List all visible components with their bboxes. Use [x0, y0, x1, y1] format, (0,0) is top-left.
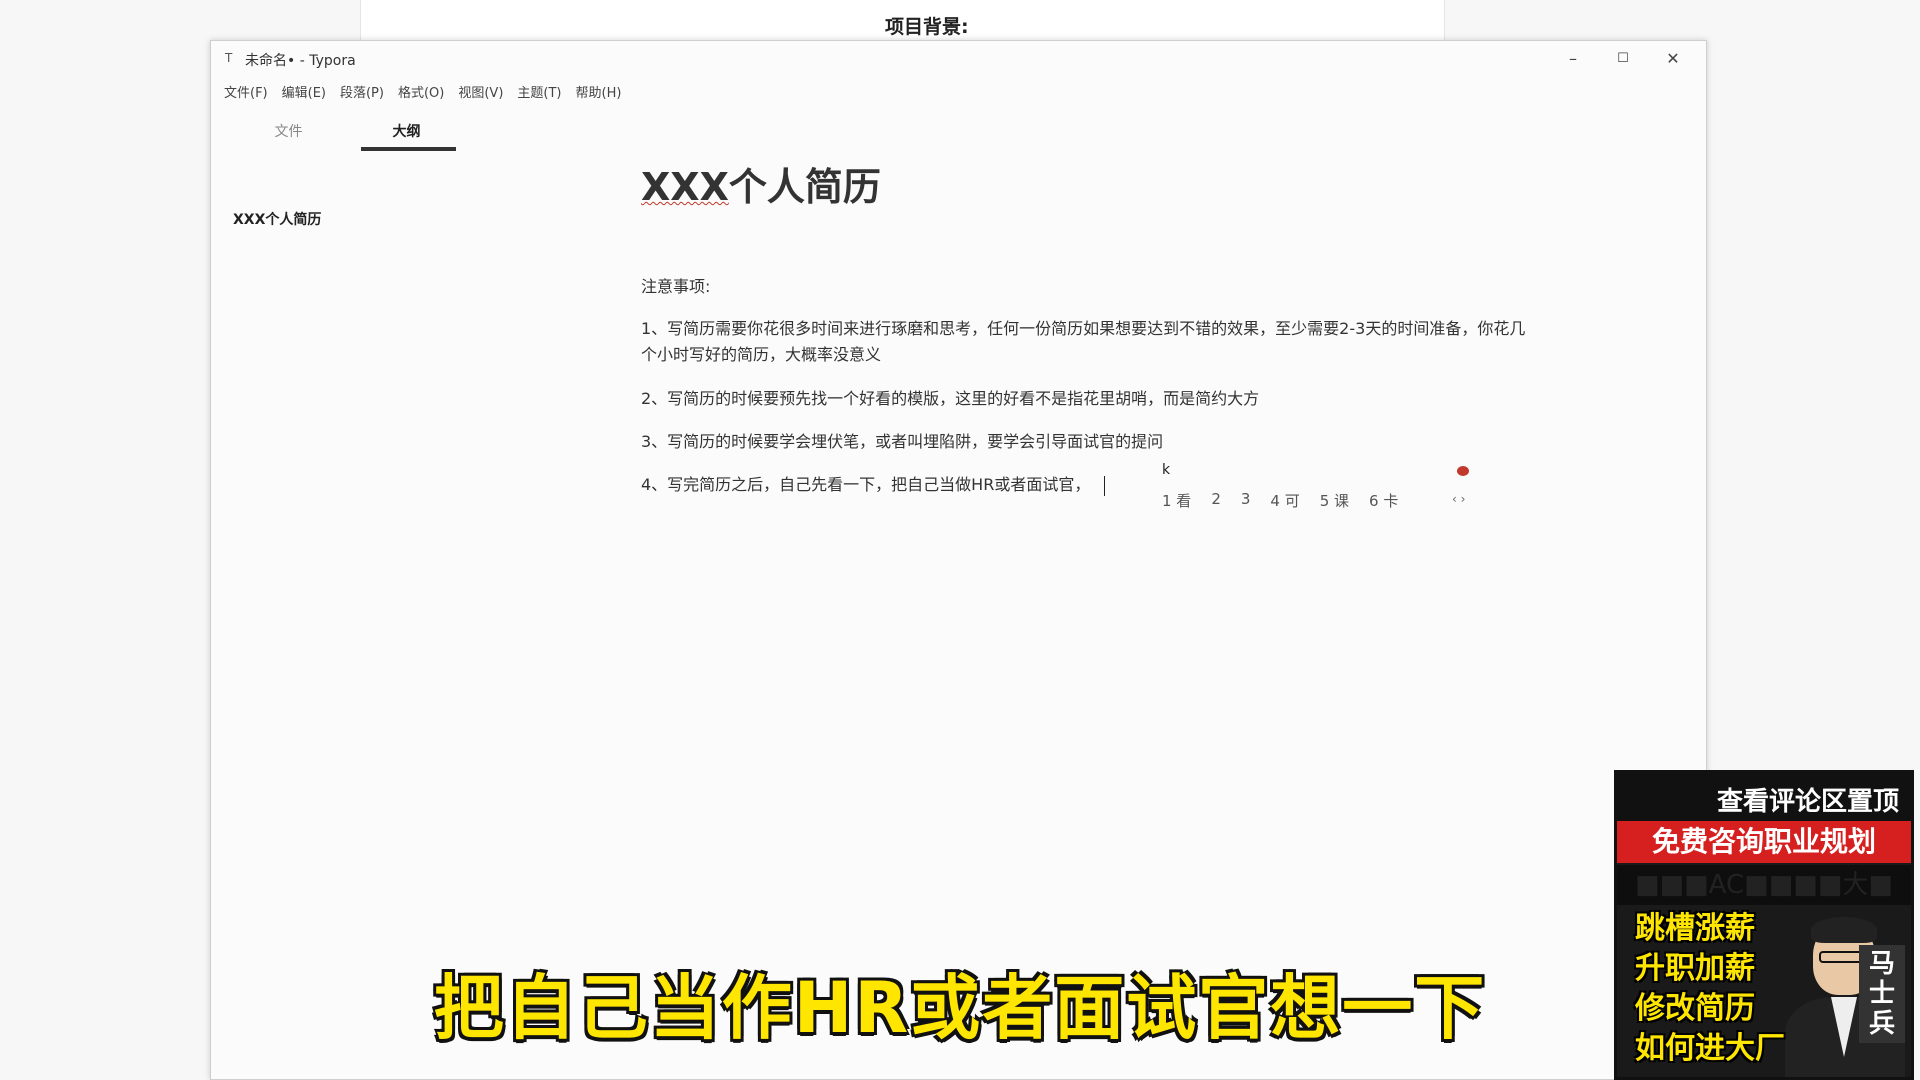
- tab-outline[interactable]: 大纲: [359, 121, 454, 141]
- text-caret: [1104, 475, 1106, 496]
- menu-theme[interactable]: 主题(T): [510, 77, 568, 103]
- promo-lines: 跳槽涨薪 升职加薪 修改简历 如何进大厂: [1635, 909, 1785, 1069]
- screen: 项目背景: T 未命名• - Typora – ☐ ✕ 文件(F) 编辑(E) …: [0, 0, 1920, 1080]
- ime-candidate-window: k 1 看 2 3 4 可 5 课 6 卡 ‹ ›: [1162, 462, 1482, 522]
- title-spellcheck-word: XXX: [641, 165, 729, 209]
- background-heading: 项目背景:: [885, 16, 969, 38]
- close-button[interactable]: ✕: [1650, 45, 1696, 73]
- menu-edit[interactable]: 编辑(E): [275, 77, 333, 103]
- outline-item[interactable]: XXX个人简历: [233, 209, 321, 229]
- title-suffix: 个人简历: [728, 165, 881, 209]
- typora-app-icon: T: [225, 51, 233, 65]
- sidebar: 文件 大纲 XXX个人简历: [211, 111, 473, 1071]
- ime-candidate[interactable]: 5 课: [1320, 490, 1349, 511]
- active-tab-indicator: [361, 147, 456, 151]
- tab-files[interactable]: 文件: [241, 121, 336, 141]
- promo-line: 跳槽涨薪: [1635, 911, 1755, 946]
- promo-line: 修改简历: [1635, 991, 1755, 1026]
- ime-candidate[interactable]: 3: [1241, 490, 1251, 511]
- note-label[interactable]: 注意事项:: [641, 274, 1541, 300]
- menu-format[interactable]: 格式(O): [391, 77, 451, 103]
- paragraph-4-text: 4、写完简历之后，自己先看一下，把自己当做HR或者面试官，: [641, 475, 1091, 494]
- minimize-button[interactable]: –: [1550, 45, 1596, 73]
- typora-window: T 未命名• - Typora – ☐ ✕ 文件(F) 编辑(E) 段落(P) …: [210, 40, 1707, 1080]
- paragraph-2[interactable]: 2、写简历的时候要预先找一个好看的模版，这里的好看不是指花里胡哨，而是简约大方: [641, 386, 1541, 412]
- promo-line: 升职加薪: [1635, 951, 1755, 986]
- ime-candidate[interactable]: 6 卡: [1369, 490, 1398, 511]
- window-title: 未命名• - Typora: [245, 53, 356, 69]
- menu-view[interactable]: 视图(V): [451, 77, 510, 103]
- promo-ad[interactable]: 查看评论区置顶 免费咨询职业规划 ■■■AC■■■■大■ 跳槽涨薪 升职加薪 修…: [1614, 770, 1914, 1080]
- ime-candidate[interactable]: 4 可: [1270, 490, 1299, 511]
- promo-brand-logo: 马士兵: [1859, 945, 1905, 1043]
- menu-bar: 文件(F) 编辑(E) 段落(P) 格式(O) 视图(V) 主题(T) 帮助(H…: [217, 77, 628, 103]
- ime-candidate[interactable]: 2: [1211, 490, 1221, 511]
- title-bar[interactable]: T 未命名• - Typora – ☐ ✕: [211, 41, 1706, 77]
- maximize-button[interactable]: ☐: [1600, 45, 1646, 73]
- menu-help[interactable]: 帮助(H): [569, 77, 629, 103]
- promo-line: 如何进大厂: [1635, 1031, 1785, 1066]
- background-document: 项目背景:: [360, 0, 1445, 40]
- ime-page-arrows[interactable]: ‹ ›: [1452, 492, 1465, 506]
- promo-red-banner: 免费咨询职业规划: [1617, 821, 1911, 863]
- ime-composition: k: [1162, 462, 1171, 478]
- presenter-hair: [1811, 917, 1877, 943]
- promo-top-text: 查看评论区置顶: [1617, 773, 1911, 821]
- sidebar-tabs: 文件 大纲: [211, 111, 473, 151]
- ime-status-icon[interactable]: [1457, 466, 1469, 476]
- ime-candidate[interactable]: 1 看: [1162, 490, 1191, 511]
- ime-candidate-list: 1 看 2 3 4 可 5 课 6 卡: [1162, 490, 1398, 511]
- paragraph-3[interactable]: 3、写简历的时候要学会埋伏笔，或者叫埋陷阱，要学会引导面试官的提问: [641, 429, 1541, 455]
- document-title[interactable]: XXX个人简历: [641, 156, 881, 211]
- promo-dark-banner: ■■■AC■■■■大■: [1617, 865, 1911, 905]
- paragraph-1[interactable]: 1、写简历需要你花很多时间来进行琢磨和思考，任何一份简历如果想要达到不错的效果，…: [641, 316, 1541, 368]
- menu-file[interactable]: 文件(F): [217, 77, 275, 103]
- menu-paragraph[interactable]: 段落(P): [333, 77, 391, 103]
